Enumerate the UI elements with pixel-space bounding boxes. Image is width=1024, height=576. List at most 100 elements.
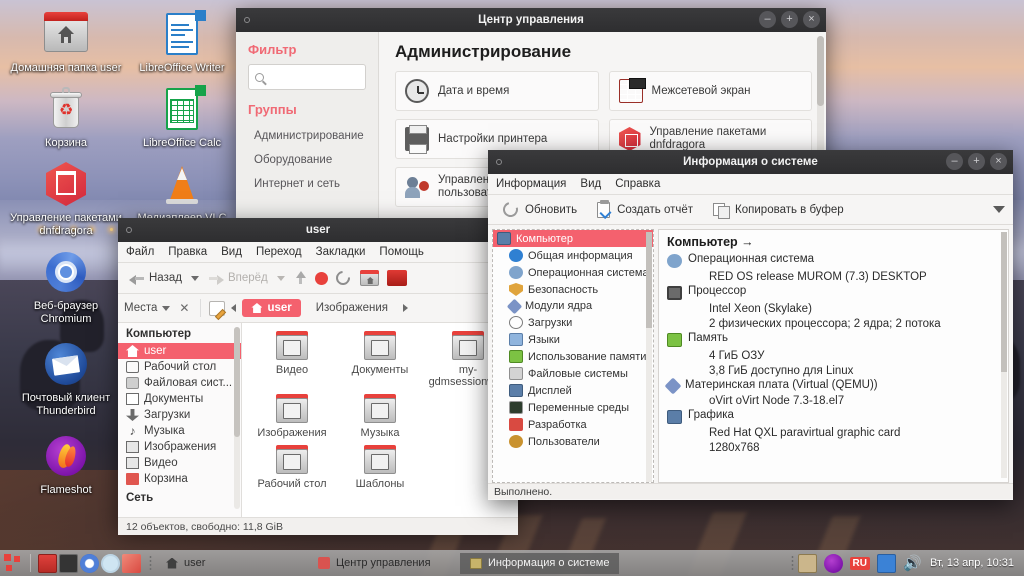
filter-search-box[interactable]	[248, 64, 366, 90]
keyboard-layout-indicator[interactable]: RU	[850, 557, 870, 570]
stop-icon[interactable]	[315, 272, 328, 285]
places-scrollbar[interactable]	[234, 327, 240, 509]
desktop-icon-vlc[interactable]: Медиаплеер VLC	[124, 160, 240, 225]
reload-icon[interactable]	[333, 268, 353, 288]
place-item-filesystem[interactable]: Файловая сист...	[118, 375, 241, 391]
file-item[interactable]: Изображения	[248, 394, 336, 439]
maximize-button[interactable]: +	[968, 153, 985, 170]
task-button-user[interactable]: user	[156, 553, 306, 574]
file-item[interactable]: Музыка	[336, 394, 424, 439]
desktop-icon-home-folder[interactable]: Домашняя папка user	[8, 10, 124, 75]
home-icon[interactable]	[360, 270, 379, 286]
tree-item-environment-variables[interactable]: Переменные среды	[493, 399, 653, 416]
desktop-icon-trash[interactable]: ♻ Корзина	[8, 85, 124, 150]
forward-history-caret-icon[interactable]	[277, 276, 285, 281]
window-menu-icon[interactable]	[244, 17, 250, 23]
window-menu-icon[interactable]	[496, 159, 502, 165]
desktop-icon-chromium[interactable]: Веб-браузер Chromium	[8, 248, 124, 326]
taskbar-handle[interactable]	[149, 555, 152, 571]
up-icon[interactable]	[293, 271, 307, 285]
place-item-pictures[interactable]: Изображения	[118, 439, 241, 455]
card-date-time[interactable]: Дата и время	[395, 71, 599, 111]
system-info-menubar[interactable]: Информация Вид Справка	[488, 174, 1013, 195]
file-item[interactable]: Рабочий стол	[248, 445, 336, 490]
control-center-window-buttons[interactable]: – + ×	[759, 11, 820, 28]
create-report-button[interactable]: Создать отчёт	[590, 199, 700, 221]
menu-help[interactable]: Помощь	[379, 246, 423, 258]
file-manager-window[interactable]: user Файл Правка Вид Переход Закладки По…	[118, 218, 518, 528]
volume-tray-icon[interactable]: 🔊	[903, 554, 922, 573]
back-history-caret-icon[interactable]	[191, 276, 199, 281]
breadcrumb-user[interactable]: user	[242, 299, 300, 317]
refresh-button[interactable]: Обновить	[496, 199, 584, 220]
place-item-user[interactable]: user	[118, 343, 241, 359]
minimize-button[interactable]: –	[946, 153, 963, 170]
desktop-icon-dnfdragora[interactable]: Управление пакетами dnfdragora	[8, 160, 124, 238]
chromium-launcher-icon[interactable]	[80, 554, 99, 573]
place-item-trash[interactable]: Корзина	[118, 471, 241, 487]
system-info-titlebar[interactable]: Информация о системе – + ×	[488, 150, 1013, 174]
group-item-hardware[interactable]: Оборудование	[248, 148, 366, 172]
system-info-tree[interactable]: Компьютер Общая информация Операционная …	[492, 229, 654, 483]
workspace-switcher-icon[interactable]	[122, 554, 141, 573]
taskbar-launchers[interactable]	[34, 550, 145, 576]
path-scroll-right-icon[interactable]	[403, 304, 408, 312]
menu-bookmarks[interactable]: Закладки	[316, 246, 366, 258]
menu-edit[interactable]: Правка	[168, 246, 207, 258]
flameshot-tray-icon[interactable]	[824, 554, 843, 573]
clipboard-tray-icon[interactable]	[798, 554, 817, 573]
close-button[interactable]: ×	[990, 153, 1007, 170]
tree-item-kernel-modules[interactable]: Модули ядра	[493, 298, 653, 314]
tray-handle[interactable]	[791, 555, 794, 571]
desktop-icon-flameshot[interactable]: Flameshot	[8, 432, 124, 497]
maximize-button[interactable]: +	[781, 11, 798, 28]
close-button[interactable]: ×	[803, 11, 820, 28]
menu-go[interactable]: Переход	[256, 246, 302, 258]
toolbar-overflow-icon[interactable]	[993, 206, 1005, 213]
search-launcher-icon[interactable]	[101, 554, 120, 573]
system-info-toolbar[interactable]: Обновить Создать отчёт Копировать в буфе…	[488, 195, 1013, 225]
tree-item-display[interactable]: Дисплей	[493, 382, 653, 399]
group-item-administration[interactable]: Администрирование	[248, 124, 366, 148]
breadcrumb-pictures[interactable]: Изображения	[307, 299, 397, 317]
group-item-internet[interactable]: Интернет и сеть	[248, 172, 366, 196]
file-manager-launcher-icon[interactable]	[38, 554, 57, 573]
card-firewall[interactable]: Межсетевой экран	[609, 71, 813, 111]
tree-item-computer[interactable]: Компьютер	[493, 230, 653, 247]
file-item[interactable]: Видео	[248, 331, 336, 388]
desktop-icon-libreoffice-writer[interactable]: LibreOffice Writer	[124, 10, 240, 75]
system-info-window[interactable]: Информация о системе – + × Информация Ви…	[488, 150, 1013, 500]
menu-view[interactable]: Вид	[580, 178, 601, 190]
terminal-launcher-icon[interactable]	[59, 554, 78, 573]
network-tray-icon[interactable]	[877, 554, 896, 573]
tree-item-development[interactable]: Разработка	[493, 416, 653, 433]
forward-button[interactable]: Вперёд	[203, 270, 273, 287]
filesystem-icon[interactable]	[387, 270, 407, 286]
tree-item-boot[interactable]: Загрузки	[493, 314, 653, 331]
menu-file[interactable]: Файл	[126, 246, 154, 258]
menu-help[interactable]: Справка	[615, 178, 660, 190]
control-center-titlebar[interactable]: Центр управления – + ×	[236, 8, 826, 32]
window-menu-icon[interactable]	[126, 227, 132, 233]
application-menu-icon[interactable]	[4, 554, 23, 573]
menu-view[interactable]: Вид	[221, 246, 242, 258]
file-manager-file-view[interactable]: Видео Документы my-gdmsessionwor. Изобра…	[242, 323, 518, 517]
tree-item-languages[interactable]: Языки	[493, 331, 653, 348]
system-info-window-buttons[interactable]: – + ×	[946, 153, 1007, 170]
place-item-desktop[interactable]: Рабочий стол	[118, 359, 241, 375]
taskbar[interactable]: user Центр управления Информация о систе…	[0, 550, 1024, 576]
tree-item-operating-system[interactable]: Операционная система	[493, 264, 653, 281]
detail-scrollbar[interactable]	[1001, 232, 1007, 478]
file-manager-titlebar[interactable]: user	[118, 218, 518, 242]
place-item-music[interactable]: ♪ Музыка	[118, 423, 241, 439]
path-scroll-left-icon[interactable]	[231, 304, 236, 312]
tree-item-security[interactable]: Безопасность	[493, 281, 653, 298]
desktop-icon-thunderbird[interactable]: Почтовый клиент Thunderbird	[8, 340, 124, 418]
file-manager-toolbar[interactable]: Назад Вперёд	[118, 263, 518, 294]
tree-item-users[interactable]: Пользователи	[493, 433, 653, 450]
tree-item-file-systems[interactable]: Файловые системы	[493, 365, 653, 382]
taskbar-clock[interactable]: Вт, 13 апр, 10:31	[930, 557, 1024, 569]
tree-scrollbar[interactable]	[646, 232, 652, 483]
minimize-button[interactable]: –	[759, 11, 776, 28]
edit-path-icon[interactable]	[209, 301, 225, 316]
